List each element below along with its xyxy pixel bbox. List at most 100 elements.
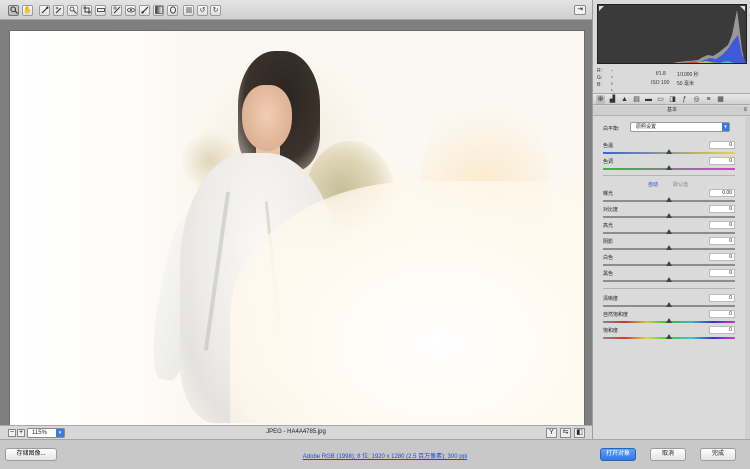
zoom-tool-button[interactable] [8,5,19,16]
tab-detail[interactable]: ▲ [620,95,629,104]
g-readout: G: --- [597,75,613,93]
slider-temp[interactable]: 色温 0 [603,141,735,158]
fullscreen-icon: ⇥ [577,6,583,13]
slider-label: 阴影 [603,239,614,245]
photo-preview[interactable] [9,30,585,434]
targeted-adjustment-tool-button[interactable] [67,5,78,16]
right-panel: R:--- G:--- B:--- f/1.8 1/1000 秒 ISO 100… [592,0,750,439]
slider-tint[interactable]: 色调 0 [603,157,735,174]
slider-value-field[interactable]: 0 [709,326,735,334]
slider-thumb[interactable] [666,165,672,170]
image-canvas[interactable] [0,20,592,434]
slider-value-field[interactable]: 0 [709,157,735,165]
section-title-label: 基本 [666,107,677,113]
cancel-button[interactable]: 取消 [650,448,686,461]
straighten-tool-button[interactable] [95,5,106,16]
slider-value-field[interactable]: 0 [709,269,735,277]
bottom-bar: 存储图像... Adobe RGB (1998); 8 位; 1920 x 12… [0,439,750,469]
graduated-filter-tool-button[interactable] [153,5,164,16]
slider-label: 清晰度 [603,296,619,302]
brush-icon [140,6,149,16]
spot-removal-icon [112,5,121,16]
default-link[interactable]: 默认值 [673,181,688,188]
red-eye-icon [126,6,135,16]
highlight-clipping-toggle[interactable] [740,6,745,11]
tab-presets[interactable]: ≡ [704,95,713,104]
slider-thumb[interactable] [666,302,672,307]
slider-thumb[interactable] [666,334,672,339]
toolbar: ✋ ↺ ↻ ⇥ [0,0,592,20]
tab-lens[interactable]: ▭ [656,95,665,104]
tab-camera-calibration[interactable]: ◎ [692,95,701,104]
slider-value-field[interactable]: 0.00 [709,189,735,197]
straighten-icon [96,6,105,16]
slider-whites[interactable]: 白色 0 [603,253,735,270]
slider-value-field[interactable]: 0 [709,205,735,213]
shadow-clipping-toggle[interactable] [599,6,604,11]
slider-label: 对比度 [603,207,619,213]
slider-value-field[interactable]: 0 [709,253,735,261]
radial-filter-icon [169,5,177,16]
crop-tool-button[interactable] [81,5,92,16]
tab-tone-curve[interactable]: ▟ [608,95,617,104]
slider-shadows[interactable]: 阴影 0 [603,237,735,254]
snapshots-icon: ▦ [717,96,724,103]
open-object-button[interactable]: 打开对象 [600,448,636,461]
panel-scrollbar[interactable] [745,117,750,439]
preferences-tool-button[interactable] [183,5,194,16]
slider-thumb[interactable] [666,197,672,202]
chevron-down-icon: ▾ [722,123,729,131]
rotate-right-icon: ↻ [212,7,219,14]
white-balance-tool-button[interactable] [39,5,50,16]
slider-saturation[interactable]: 饱和度 0 [603,326,735,343]
radial-filter-tool-button[interactable] [167,5,178,16]
slider-value-field[interactable]: 0 [709,310,735,318]
tab-effects[interactable]: ◨ [668,95,677,104]
slider-value-field[interactable]: 0 [709,141,735,149]
swap-settings-button[interactable]: ⇆ [560,428,571,438]
hand-icon: ✋ [23,7,32,14]
slider-value-field[interactable]: 0 [709,221,735,229]
slider-thumb[interactable] [666,213,672,218]
spot-removal-tool-button[interactable] [111,5,122,16]
slider-thumb[interactable] [666,318,672,323]
slider-vibrance[interactable]: 自然饱和度 0 [603,310,735,327]
tab-fx[interactable]: ƒ [680,95,689,104]
slider-contrast[interactable]: 对比度 0 [603,205,735,222]
tab-snapshots[interactable]: ▦ [716,95,725,104]
tab-split-toning[interactable]: ▬ [644,95,653,104]
slider-thumb[interactable] [666,261,672,266]
slider-thumb[interactable] [666,229,672,234]
adjustment-brush-tool-button[interactable] [139,5,150,16]
slider-thumb[interactable] [666,277,672,282]
color-sampler-tool-button[interactable] [53,5,64,16]
tab-basic[interactable]: ⊕ [596,95,605,104]
done-button[interactable]: 完成 [700,448,736,461]
slider-highlights[interactable]: 高光 0 [603,221,735,238]
before-after-button[interactable]: Y [546,428,557,438]
slider-thumb[interactable] [666,245,672,250]
slider-exposure[interactable]: 曝光 0.00 [603,189,735,206]
magnifier-icon [9,5,18,16]
slider-clarity[interactable]: 清晰度 0 [603,294,735,311]
white-balance-label: 白平衡: [603,126,620,132]
hand-tool-button[interactable]: ✋ [22,5,33,16]
auto-link[interactable]: 自动 [648,181,658,188]
slider-thumb[interactable] [666,149,672,154]
workflow-options-link[interactable]: Adobe RGB (1998); 8 位; 1920 x 1280 (2.5 … [0,451,700,460]
toggle-settings-button[interactable]: ◧ [574,428,585,438]
rotate-left-tool-button[interactable]: ↺ [197,5,208,16]
tab-hsl[interactable]: ▤ [632,95,641,104]
slider-value-field[interactable]: 0 [709,294,735,302]
divider [603,175,735,176]
white-balance-select[interactable]: 原照设置 ▾ [630,122,730,132]
red-eye-tool-button[interactable] [125,5,136,16]
slider-value-field[interactable]: 0 [709,237,735,245]
slider-blacks[interactable]: 黑色 0 [603,269,735,286]
fullscreen-button[interactable]: ⇥ [574,5,586,15]
iso: ISO 100 [651,80,670,86]
focal-length: 50 毫米 [677,81,694,87]
menu-icon[interactable]: ≡ [743,106,747,115]
g-label: G: [597,75,603,81]
rotate-right-tool-button[interactable]: ↻ [210,5,221,16]
